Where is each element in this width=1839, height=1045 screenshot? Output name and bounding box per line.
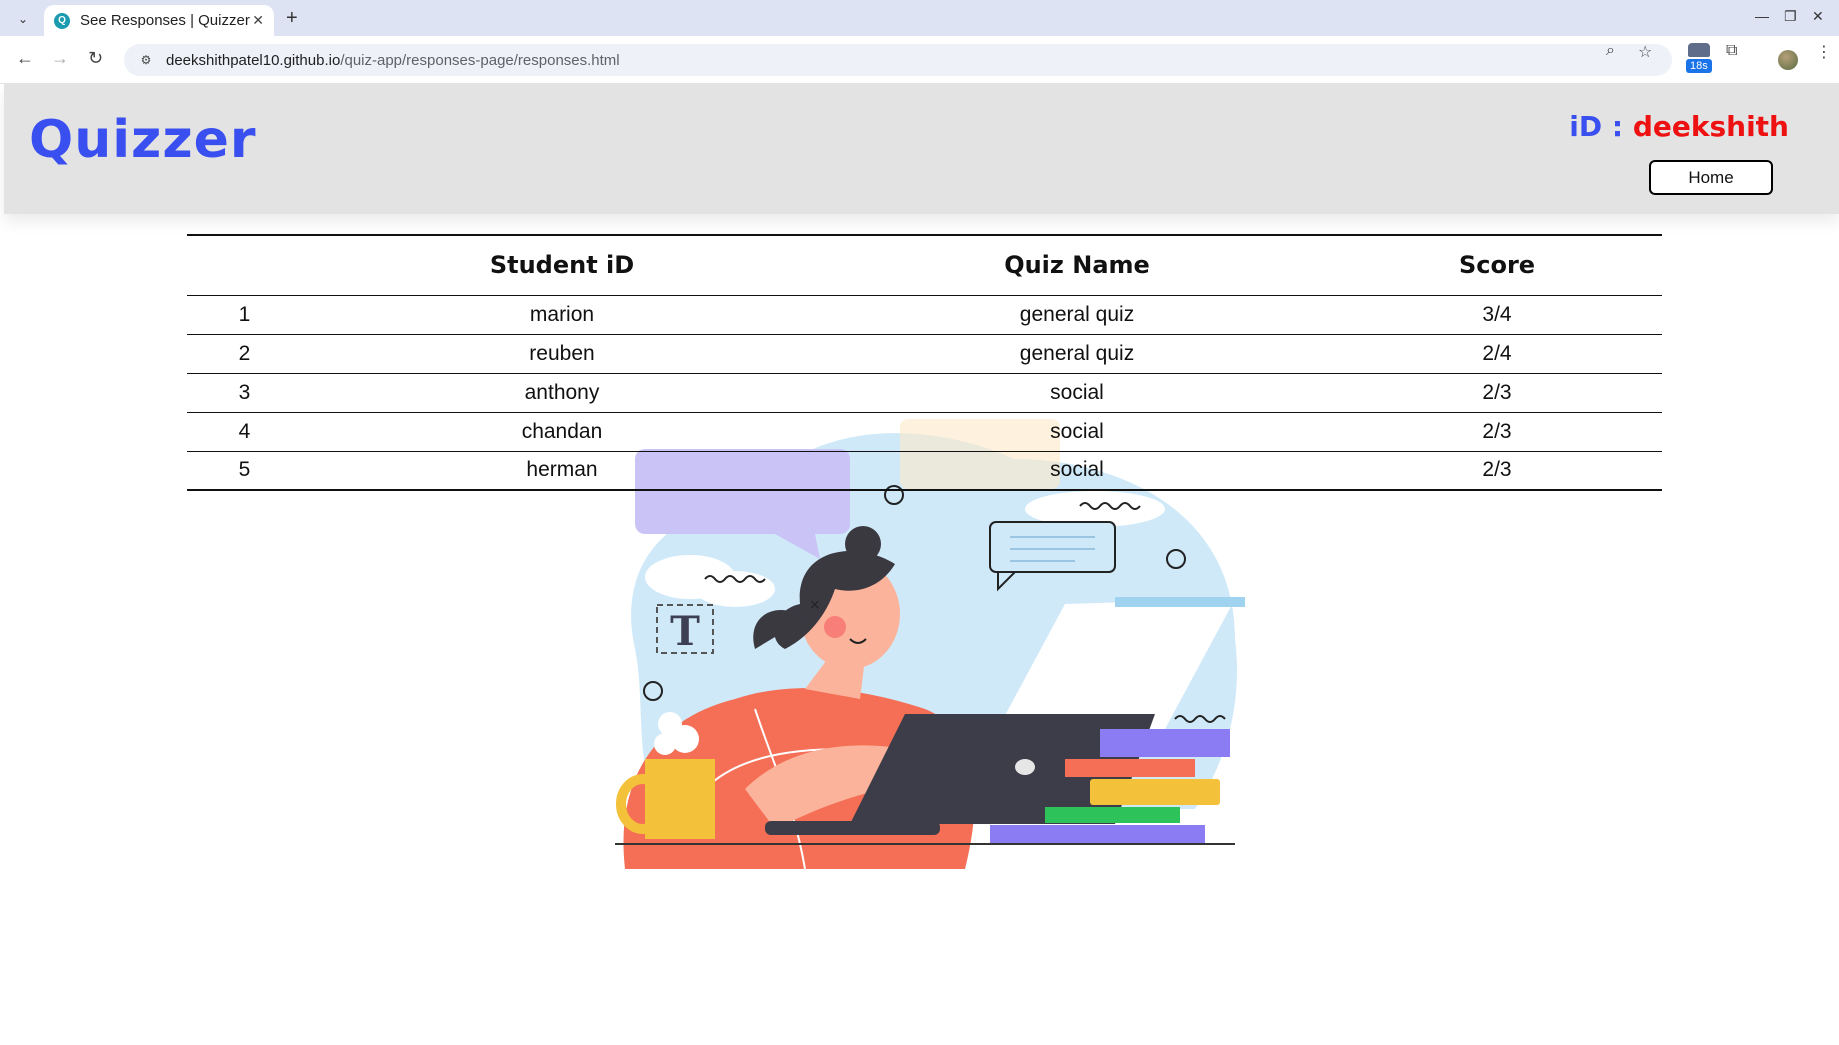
home-button[interactable]: Home [1649, 160, 1773, 195]
row-index: 5 [187, 451, 302, 491]
row-index: 3 [187, 373, 302, 413]
restore-icon[interactable]: ❐ [1784, 8, 1797, 25]
column-header-index [187, 234, 302, 296]
user-id-value: deekshith [1632, 110, 1789, 143]
table-row: 5 herman social 2/3 [187, 451, 1662, 491]
row-index: 4 [187, 412, 302, 452]
responses-table-wrapper: Student iD Quiz Name Score 1 marion gene… [187, 234, 1662, 491]
quiz-name-cell: general quiz [822, 295, 1332, 335]
extensions-puzzle-icon[interactable]: ⧉ [1726, 42, 1737, 60]
tab-search-chevron-icon[interactable]: ⌄ [12, 8, 34, 30]
minimize-icon[interactable]: — [1755, 8, 1769, 24]
browser-tab[interactable]: Q See Responses | Quizzer ✕ [44, 5, 274, 36]
responses-table: Student iD Quiz Name Score 1 marion gene… [187, 234, 1662, 491]
brand-logo[interactable]: Quizzer [29, 110, 257, 170]
reload-icon[interactable]: ↻ [88, 48, 103, 69]
zoom-icon[interactable]: ⌕ [1606, 42, 1615, 60]
address-bar[interactable]: ⚙ deekshithpatel10.github.io/quiz-app/re… [124, 44, 1672, 76]
quiz-name-cell: social [822, 451, 1332, 491]
score-cell: 2/3 [1332, 373, 1662, 413]
student-id-cell: chandan [302, 412, 822, 452]
new-tab-icon[interactable]: + [286, 7, 298, 30]
extension-badge: 18s [1686, 59, 1712, 73]
column-header-quiz-name: Quiz Name [822, 234, 1332, 296]
table-row: 4 chandan social 2/3 [187, 412, 1662, 452]
score-cell: 3/4 [1332, 295, 1662, 335]
row-index: 1 [187, 295, 302, 335]
browser-tab-bar: ⌄ Q See Responses | Quizzer ✕ + — ❐ ✕ [0, 0, 1839, 36]
browser-toolbar: ← → ↻ ⚙ deekshithpatel10.github.io/quiz-… [0, 36, 1839, 84]
user-id-display: iD : deekshith [1569, 110, 1789, 143]
page-content: T × Quizzer iD: deekshith Home Student … [0, 84, 1839, 1045]
column-header-score: Score [1332, 234, 1662, 296]
column-header-student-id: Student iD [302, 234, 822, 296]
table-row: 3 anthony social 2/3 [187, 373, 1662, 413]
url-path: /quiz-app/responses-page/responses.html [340, 51, 620, 69]
extension-timer-icon[interactable]: 18s [1686, 43, 1712, 73]
quiz-name-cell: general quiz [822, 334, 1332, 374]
site-info-icon[interactable]: ⚙ [138, 52, 154, 68]
score-cell: 2/3 [1332, 451, 1662, 491]
student-id-cell: herman [302, 451, 822, 491]
table-row: 2 reuben general quiz 2/4 [187, 334, 1662, 374]
quizzer-favicon-icon: Q [54, 12, 70, 29]
tab-close-icon[interactable]: ✕ [252, 12, 264, 29]
forward-icon[interactable]: → [51, 48, 69, 69]
close-window-icon[interactable]: ✕ [1812, 8, 1824, 25]
svg-text:×: × [809, 597, 821, 613]
row-index: 2 [187, 334, 302, 374]
illustration-letter: T [670, 608, 700, 655]
score-cell: 2/4 [1332, 334, 1662, 374]
student-id-cell: reuben [302, 334, 822, 374]
table-header-row: Student iD Quiz Name Score [187, 234, 1662, 296]
user-id-label: iD : [1569, 110, 1624, 143]
profile-avatar[interactable] [1778, 50, 1798, 70]
tab-title: See Responses | Quizzer [80, 12, 250, 29]
bookmark-star-icon[interactable]: ☆ [1638, 42, 1652, 62]
back-icon[interactable]: ← [16, 48, 34, 69]
site-header: Quizzer iD : deekshith Home [4, 84, 1839, 214]
browser-menu-icon[interactable]: ⋮ [1816, 42, 1832, 62]
student-id-cell: anthony [302, 373, 822, 413]
student-id-cell: marion [302, 295, 822, 335]
quiz-name-cell: social [822, 373, 1332, 413]
url-host: deekshithpatel10.github.io [166, 51, 341, 69]
quiz-name-cell: social [822, 412, 1332, 452]
table-row: 1 marion general quiz 3/4 [187, 295, 1662, 335]
score-cell: 2/3 [1332, 412, 1662, 452]
